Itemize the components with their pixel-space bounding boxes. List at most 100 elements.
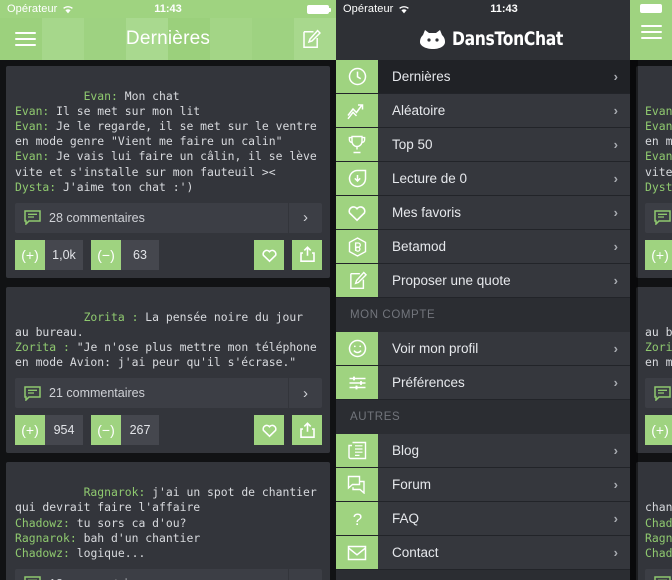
comments-count-label: 21 commentaires xyxy=(49,386,145,401)
menu-item-aleatoire[interactable]: Aléatoire › xyxy=(336,94,630,128)
quote-line: Je vais lui faire un câlin, il se lève v… xyxy=(15,149,324,179)
side-menu[interactable]: Dernières › Aléatoire › Top 50 › Lecture… xyxy=(336,60,630,580)
menu-item-blog[interactable]: Blog › xyxy=(336,434,630,468)
comments-bar[interactable]: 21 commentaires › xyxy=(15,378,322,409)
brand-bar: DansTonChat xyxy=(336,18,672,60)
comment-bubble-icon xyxy=(15,576,49,580)
menu-item-label: Voir mon profil xyxy=(392,341,479,356)
comment-bubble-icon xyxy=(15,210,49,226)
menu-item-lecture-de-0[interactable]: Lecture de 0 › xyxy=(336,162,630,196)
quote-nick: Evan: xyxy=(15,119,50,134)
quote-line: Mon chat xyxy=(117,89,180,104)
chevron-right-icon: › xyxy=(613,545,618,560)
hamburger-menu-icon[interactable] xyxy=(640,21,662,43)
upvote-button[interactable]: (+) xyxy=(645,239,672,270)
share-button[interactable] xyxy=(292,415,322,446)
smiley-face-icon xyxy=(336,332,378,365)
comment-bubble-icon xyxy=(15,385,49,401)
menu-item-betamod[interactable]: Betamod › xyxy=(336,230,630,264)
svg-text:?: ? xyxy=(352,510,361,529)
comments-bar[interactable]: 21 commentaires › xyxy=(645,378,672,409)
chevron-right-icon: › xyxy=(613,69,618,84)
chevron-right-icon: › xyxy=(613,137,618,152)
quote-list[interactable]: Evan: Mon chat Evan: Il se met sur mon l… xyxy=(0,60,336,580)
downvote-button[interactable]: (−) xyxy=(91,239,121,270)
downvote-control[interactable]: (−) 267 xyxy=(91,415,159,446)
quote-card[interactable]: Evan: Mon chat Evan: Il se met sur mon l… xyxy=(6,66,330,278)
menu-item-label: FAQ xyxy=(392,511,420,526)
downvote-button[interactable]: (−) xyxy=(91,415,121,446)
quote-nick: Ragnarok: xyxy=(15,530,77,545)
quote-nick: Evan: xyxy=(83,89,118,104)
comments-bar[interactable]: 18 commentaires › xyxy=(15,568,322,580)
quote-nick: Evan: xyxy=(645,119,672,134)
quote-line: La pensée noire du jour au bureau. xyxy=(645,324,672,339)
upvote-control[interactable]: (+) 1,0k xyxy=(645,239,672,270)
quote-card[interactable]: Evan: Mon chat Evan: Il se met sur mon l… xyxy=(636,66,672,278)
upvote-button[interactable]: (+) xyxy=(15,239,45,270)
comments-bar[interactable]: 28 commentaires › xyxy=(15,202,322,233)
cat-logo-icon xyxy=(420,29,446,50)
brand-logo: DansTonChat xyxy=(420,28,587,50)
upvote-button[interactable]: (+) xyxy=(15,415,45,446)
menu-item-voir-mon-profil[interactable]: Voir mon profil › xyxy=(336,332,630,366)
quote-text: Evan: Mon chat Evan: Il se met sur mon l… xyxy=(15,74,322,195)
quote-line: La pensée noire du jour au bureau. xyxy=(15,309,310,339)
share-button[interactable] xyxy=(292,239,322,270)
quote-nick: Zorita : xyxy=(83,309,139,324)
status-bar: Opérateur 11:43 xyxy=(336,0,672,18)
quote-line: J'aime ton chat :') xyxy=(56,179,194,194)
hamburger-menu-icon[interactable] xyxy=(10,24,40,54)
quote-line: logique... xyxy=(69,545,146,560)
chevron-right-icon[interactable]: › xyxy=(288,568,322,580)
chevron-right-icon[interactable]: › xyxy=(288,202,322,233)
quote-card[interactable]: Ragnarok: j'ai un spot de chantier qui d… xyxy=(636,462,672,580)
menu-item-preferences[interactable]: Préférences › xyxy=(336,366,630,400)
downvote-count: 63 xyxy=(121,239,159,270)
menu-item-contact[interactable]: Contact › xyxy=(336,536,630,570)
trophy-icon xyxy=(336,128,378,161)
quote-nick: Ragnarok: xyxy=(83,485,146,500)
menu-item-top-50[interactable]: Top 50 › xyxy=(336,128,630,162)
section-header-mon-compte: MON COMPTE xyxy=(336,298,630,332)
section-header-autres: AUTRES xyxy=(336,400,630,434)
chat-bubbles-icon xyxy=(336,468,378,501)
menu-item-label: Contact xyxy=(392,545,439,560)
quote-nick: Evan: xyxy=(645,149,672,164)
upvote-control[interactable]: (+) 954 xyxy=(645,415,672,446)
newspaper-icon xyxy=(336,434,378,467)
menu-item-forum[interactable]: Forum › xyxy=(336,468,630,502)
upvote-control[interactable]: (+) 954 xyxy=(15,415,83,446)
page-title: Dernières xyxy=(125,28,211,49)
favorite-button[interactable] xyxy=(254,239,284,270)
quote-line: j'ai un spot de chantier qui devrait fai… xyxy=(645,500,672,515)
comments-bar[interactable]: 28 commentaires › xyxy=(645,202,672,233)
menu-item-dernieres[interactable]: Dernières › xyxy=(336,60,630,94)
quote-nick: Chadowz: xyxy=(645,545,672,560)
chevron-right-icon: › xyxy=(613,375,618,390)
compose-quote-icon[interactable] xyxy=(296,24,326,54)
favorite-button[interactable] xyxy=(254,415,284,446)
comments-bar[interactable]: 18 commentaires xyxy=(645,568,672,580)
menu-item-mes-favoris[interactable]: Mes favoris › xyxy=(336,196,630,230)
menu-item-label: Blog xyxy=(392,443,420,458)
upvote-control[interactable]: (+) 1,0k xyxy=(15,239,83,270)
quote-card[interactable]: Zorita : La pensée noire du jour au bure… xyxy=(6,286,330,454)
menu-item-label: Aléatoire xyxy=(392,103,446,118)
downvote-control[interactable]: (−) 63 xyxy=(91,239,159,270)
menu-item-proposer-une-quote[interactable]: Proposer une quote › xyxy=(336,264,630,298)
chevron-right-icon: › xyxy=(613,171,618,186)
menu-item-faq[interactable]: ? FAQ › xyxy=(336,502,630,536)
menu-item-label: Mes favoris xyxy=(392,205,462,220)
quote-card[interactable]: Zorita : La pensée noire du jour au bure… xyxy=(636,286,672,454)
compose-quote-icon xyxy=(336,264,378,297)
quote-card[interactable]: Ragnarok: j'ai un spot de chantier qui d… xyxy=(6,462,330,580)
status-clock: 11:43 xyxy=(490,3,518,15)
menu-item-label: Dernières xyxy=(392,69,451,84)
quote-line: Il se met sur mon lit xyxy=(49,104,201,119)
comment-bubble-icon xyxy=(645,210,672,226)
menu-item-label: Top 50 xyxy=(392,137,433,152)
comments-count-label: 28 commentaires xyxy=(49,210,145,225)
upvote-button[interactable]: (+) xyxy=(645,415,672,446)
chevron-right-icon[interactable]: › xyxy=(288,378,322,409)
